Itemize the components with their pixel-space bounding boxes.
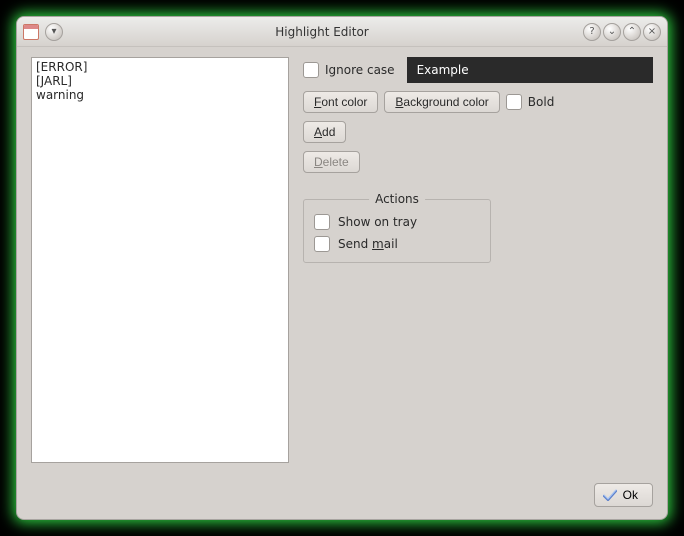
- background-color-button[interactable]: Background color: [384, 91, 499, 113]
- actions-group: Actions Show on tray Send mail: [303, 199, 491, 263]
- titlebar: ▾ Highlight Editor ? ⌄ ⌃ ×: [17, 17, 667, 47]
- right-panel: Ignore case Example Font color Backgroun…: [303, 57, 653, 471]
- window: ▾ Highlight Editor ? ⌄ ⌃ × [ERROR] [JARL…: [16, 16, 668, 520]
- content: [ERROR] [JARL] warning Ignore case Examp…: [17, 47, 667, 475]
- ignore-case-label[interactable]: Ignore case: [325, 63, 395, 77]
- app-icon: [23, 24, 39, 40]
- bold-label[interactable]: Bold: [528, 95, 555, 109]
- actions-group-title: Actions: [369, 192, 425, 206]
- font-color-button[interactable]: Font color: [303, 91, 378, 113]
- ok-button-label: Ok: [623, 488, 638, 502]
- minimize-button[interactable]: ⌄: [603, 23, 621, 41]
- example-preview-text: Example: [417, 63, 469, 77]
- ok-button[interactable]: Ok: [594, 483, 653, 507]
- list-item[interactable]: [ERROR]: [36, 60, 284, 74]
- close-button[interactable]: ×: [643, 23, 661, 41]
- maximize-button[interactable]: ⌃: [623, 23, 641, 41]
- add-button[interactable]: Add: [303, 121, 346, 143]
- pattern-listbox[interactable]: [ERROR] [JARL] warning: [31, 57, 289, 463]
- footer: Ok: [17, 475, 667, 519]
- bold-checkbox[interactable]: [506, 94, 522, 110]
- show-on-tray-label[interactable]: Show on tray: [338, 215, 417, 229]
- check-icon: [603, 489, 617, 501]
- send-mail-label[interactable]: Send mail: [338, 237, 398, 251]
- window-title: Highlight Editor: [63, 25, 581, 39]
- list-item[interactable]: [JARL]: [36, 74, 284, 88]
- show-on-tray-checkbox[interactable]: [314, 214, 330, 230]
- delete-button[interactable]: Delete: [303, 151, 360, 173]
- help-button[interactable]: ?: [583, 23, 601, 41]
- send-mail-checkbox[interactable]: [314, 236, 330, 252]
- window-menu-button[interactable]: ▾: [45, 23, 63, 41]
- example-preview: Example: [407, 57, 653, 83]
- list-item[interactable]: warning: [36, 88, 284, 102]
- ignore-case-checkbox[interactable]: [303, 62, 319, 78]
